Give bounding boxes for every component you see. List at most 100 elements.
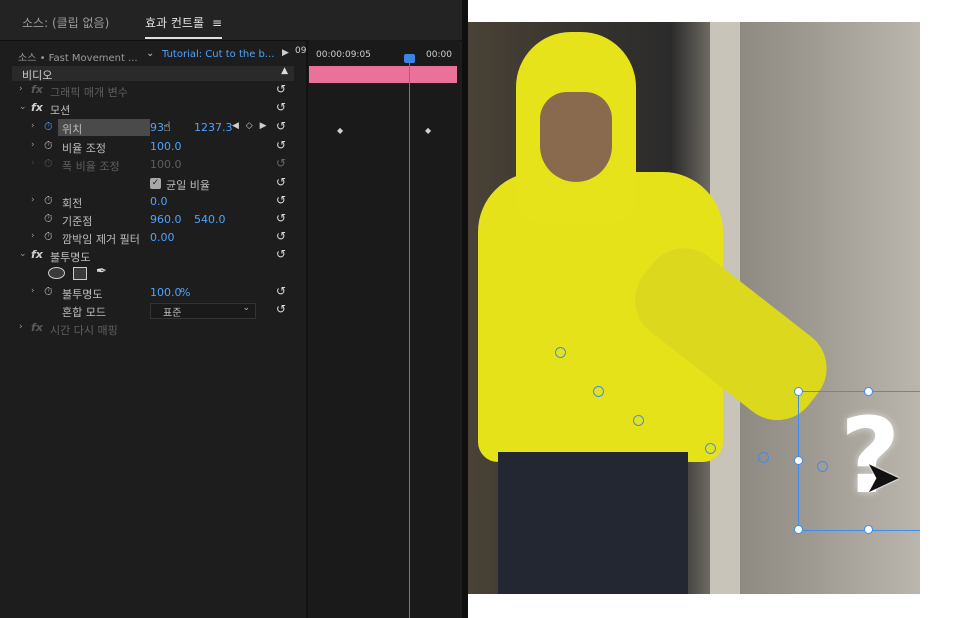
- uniform-scale-checkbox[interactable]: ✓: [150, 178, 161, 189]
- blend-mode-select[interactable]: 표준 ⌄: [150, 303, 256, 319]
- chevron-right-icon[interactable]: ›: [31, 195, 35, 205]
- anti-flicker-value[interactable]: 0.00: [150, 231, 175, 244]
- fx-badge[interactable]: fx: [31, 248, 43, 261]
- position-x-value[interactable]: 93: [150, 121, 164, 134]
- time-remap-label: 시간 다시 매핑: [50, 324, 118, 337]
- reset-icon: ↺: [276, 156, 287, 170]
- scale-label: 비율 조정: [62, 142, 106, 155]
- row-opacity[interactable]: › ⏱ 불투명도 100.0 % ↺: [0, 284, 300, 302]
- row-position[interactable]: › ⏱ 위치 93 ☝ 1237.3 ◀ ◇ ▶ ↺: [0, 119, 300, 137]
- transform-handle[interactable]: [794, 387, 803, 396]
- row-time-remap[interactable]: › fx 시간 다시 매핑: [0, 320, 300, 338]
- hand-cursor-icon: ☝: [163, 120, 171, 135]
- stopwatch-icon[interactable]: ⏱: [44, 139, 53, 153]
- row-motion[interactable]: ⌄ fx 모션 ↺: [0, 100, 300, 118]
- reset-icon[interactable]: ↺: [276, 138, 286, 152]
- reset-icon[interactable]: ↺: [276, 175, 286, 189]
- scale-value[interactable]: 100.0: [150, 140, 182, 153]
- graphic-params-label: 그래픽 매개 변수: [50, 86, 128, 99]
- person-face: [540, 92, 612, 182]
- program-monitor-video[interactable]: ? ➤: [468, 22, 920, 594]
- keyframe-icon[interactable]: ◆: [337, 126, 343, 135]
- transform-handle[interactable]: [794, 456, 803, 465]
- rectangle-mask-icon[interactable]: [73, 267, 87, 280]
- keyframe-icon[interactable]: ◆: [425, 126, 431, 135]
- row-graphic-params[interactable]: › fx 그래픽 매개 변수 ↺: [0, 82, 300, 100]
- row-uniform-scale[interactable]: ✓ 균일 비율 ↺: [0, 175, 300, 193]
- source-clip-label[interactable]: 소스 • Fast Movement ...: [18, 49, 138, 64]
- anti-flicker-label: 깜박임 제거 필터: [62, 233, 140, 246]
- chevron-right-icon[interactable]: ›: [31, 286, 35, 296]
- fx-badge: fx: [31, 321, 43, 334]
- anchor-label: 기준점: [62, 215, 93, 228]
- reset-icon[interactable]: ↺: [276, 284, 286, 298]
- opacity-value[interactable]: 100.0: [150, 286, 182, 299]
- uniform-scale-label: 균일 비율: [166, 179, 210, 192]
- anchor-y-value[interactable]: 540.0: [194, 213, 226, 226]
- playhead-line[interactable]: [409, 60, 410, 618]
- motion-path-point[interactable]: [633, 415, 644, 426]
- position-y-value[interactable]: 1237.3: [194, 121, 233, 134]
- reset-icon[interactable]: ↺: [276, 302, 286, 316]
- rotation-value[interactable]: 0.0: [150, 195, 168, 208]
- reset-icon[interactable]: ↺: [276, 247, 286, 261]
- reset-icon[interactable]: ↺: [276, 119, 286, 133]
- chevron-right-icon[interactable]: ›: [19, 322, 23, 332]
- blend-mode-label: 혼합 모드: [62, 306, 106, 319]
- play-icon[interactable]: ▶: [282, 48, 289, 58]
- stopwatch-icon[interactable]: ⏱: [44, 194, 53, 208]
- timecode-right: 00:00: [426, 50, 452, 60]
- stopwatch-icon[interactable]: ⏱: [44, 120, 53, 134]
- row-anti-flicker[interactable]: › ⏱ 깜박임 제거 필터 0.00 ↺: [0, 229, 300, 247]
- fx-badge: fx: [31, 83, 43, 96]
- motion-path-point[interactable]: [758, 452, 769, 463]
- chevron-right-icon: ›: [31, 158, 35, 168]
- fx-badge[interactable]: fx: [31, 101, 43, 114]
- chevron-right-icon[interactable]: ›: [31, 231, 35, 241]
- row-scale[interactable]: › ⏱ 비율 조정 100.0 ↺: [0, 138, 300, 156]
- stopwatch-icon[interactable]: ⏱: [44, 212, 53, 226]
- anchor-x-value[interactable]: 960.0: [150, 213, 182, 226]
- reset-icon[interactable]: ↺: [276, 100, 286, 114]
- stopwatch-icon[interactable]: ⏱: [44, 285, 53, 299]
- row-rotation[interactable]: › ⏱ 회전 0.0 ↺: [0, 193, 300, 211]
- row-opacity-fx[interactable]: ⌄ fx 불투명도 ↺: [0, 247, 300, 265]
- scale-width-label: 폭 비율 조정: [62, 160, 120, 173]
- chevron-down-icon[interactable]: ⌄: [146, 48, 154, 59]
- chevron-right-icon[interactable]: ›: [31, 140, 35, 150]
- motion-path-point[interactable]: [705, 443, 716, 454]
- graphic-bounding-box[interactable]: [798, 391, 920, 531]
- panel-menu-icon[interactable]: ≡: [212, 16, 222, 30]
- collapse-up-icon[interactable]: ▲: [281, 66, 288, 76]
- pen-mask-icon[interactable]: ✒: [96, 264, 107, 279]
- opacity-unit: %: [180, 286, 191, 299]
- stopwatch-icon[interactable]: ⏱: [44, 230, 53, 244]
- tab-effect-controls[interactable]: 효과 컨트롤 ≡: [145, 14, 223, 39]
- pants: [498, 452, 688, 594]
- clip-bar[interactable]: [309, 66, 457, 83]
- rotation-label: 회전: [62, 197, 83, 210]
- sequence-link[interactable]: Tutorial: Cut to the b...: [162, 49, 274, 60]
- transform-handle[interactable]: [794, 525, 803, 534]
- motion-path-point[interactable]: [593, 386, 604, 397]
- chevron-down-icon: ⌄: [242, 303, 250, 313]
- transform-handle[interactable]: [864, 387, 873, 396]
- keyframe-nav[interactable]: ◀ ◇ ▶: [232, 121, 269, 131]
- chevron-right-icon[interactable]: ›: [31, 121, 35, 131]
- row-blend-mode[interactable]: 혼합 모드 표준 ⌄ ↺: [0, 302, 300, 320]
- chevron-down-icon[interactable]: ⌄: [19, 249, 27, 259]
- reset-icon[interactable]: ↺: [276, 193, 286, 207]
- reset-icon[interactable]: ↺: [276, 211, 286, 225]
- motion-path-point[interactable]: [555, 347, 566, 358]
- effect-controls-panel: 소스: (클립 없음) 효과 컨트롤 ≡ 소스 • Fast Movement .…: [0, 0, 468, 618]
- clip-header: 소스 • Fast Movement ... ⌄ Tutorial: Cut t…: [0, 46, 300, 64]
- transform-handle[interactable]: [864, 525, 873, 534]
- row-anchor-point[interactable]: ⏱ 기준점 960.0 540.0 ↺: [0, 211, 300, 229]
- chevron-down-icon[interactable]: ⌄: [19, 102, 27, 112]
- mini-timeline[interactable]: 00:00:09:05 00:00 ◆ ◆: [308, 40, 460, 618]
- chevron-right-icon[interactable]: ›: [19, 84, 23, 94]
- tab-source[interactable]: 소스: (클립 없음): [22, 14, 109, 31]
- reset-icon[interactable]: ↺: [276, 229, 286, 243]
- reset-icon[interactable]: ↺: [276, 82, 286, 96]
- ellipse-mask-icon[interactable]: [48, 267, 65, 279]
